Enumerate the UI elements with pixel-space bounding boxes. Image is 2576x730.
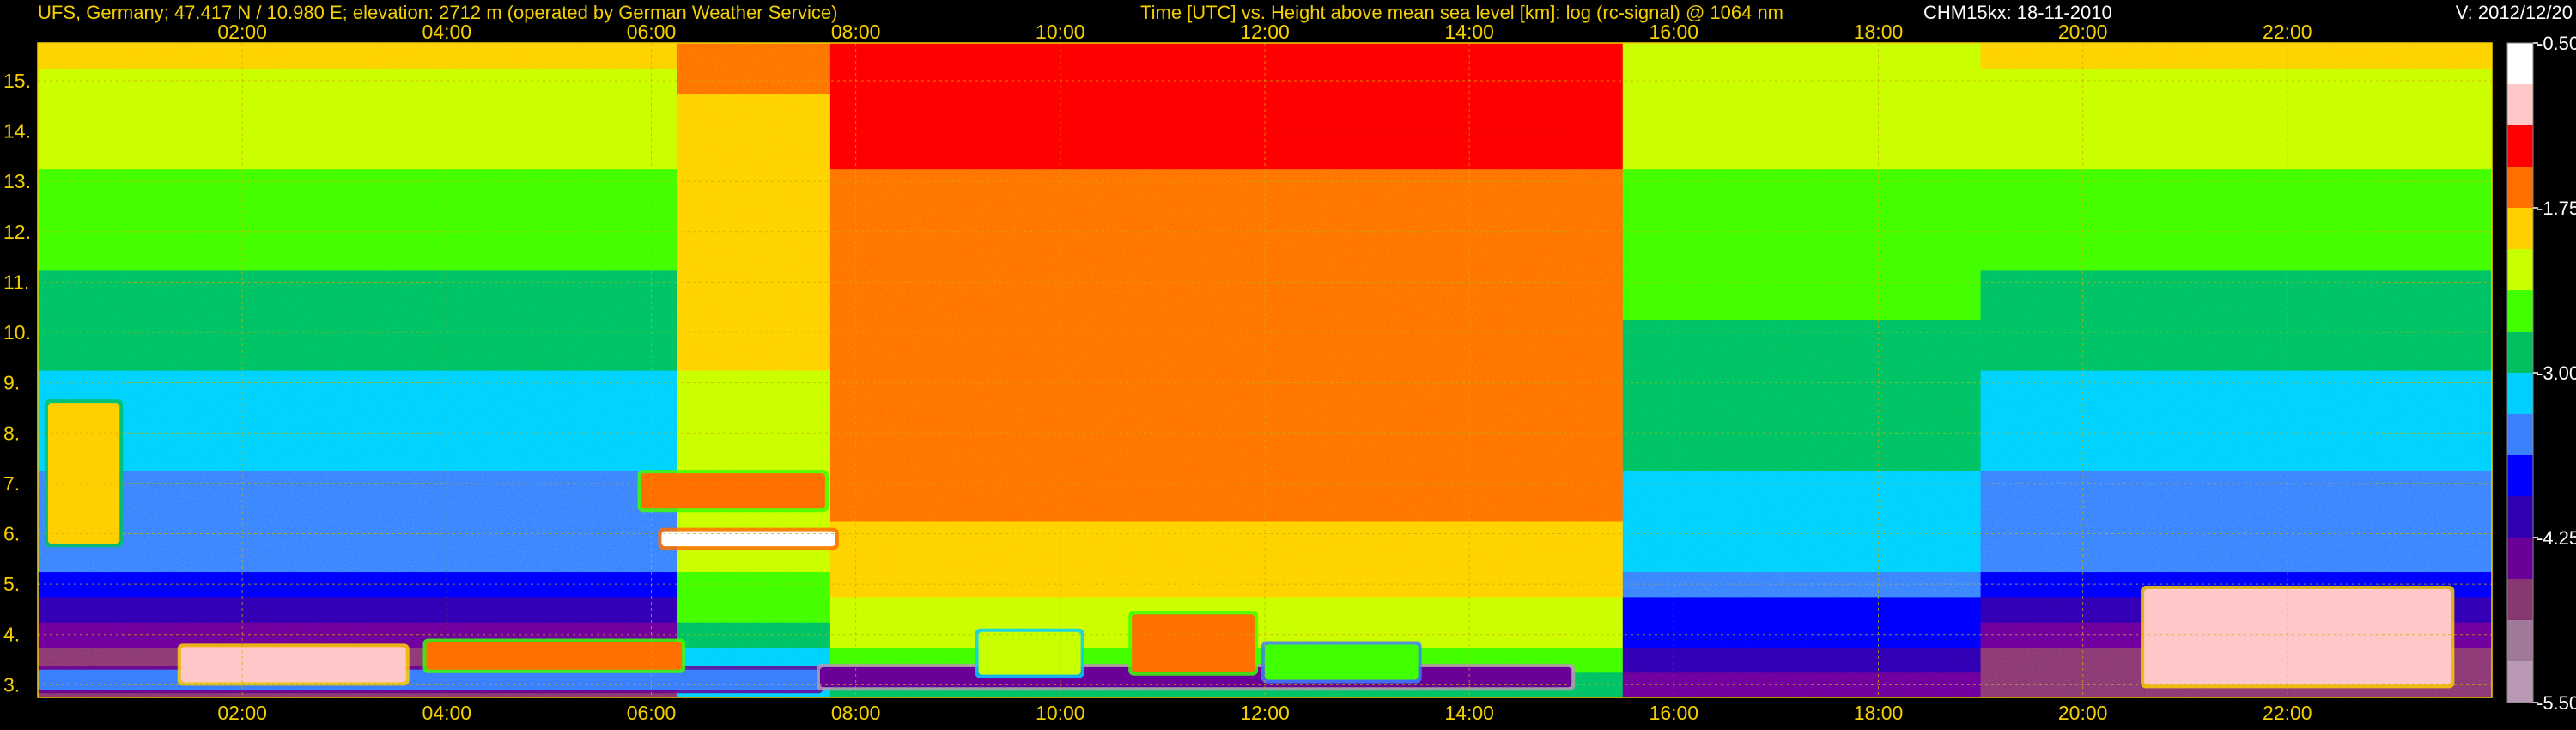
colorbar-tick-label: -5.50 bbox=[2537, 692, 2576, 714]
y-tick-label: 6. bbox=[3, 523, 20, 545]
x-axis-bottom: 02:00 04:00 06:00 08:00 10:00 12:00 14:00 16:00… bbox=[217, 702, 2312, 724]
colorbar-swatch bbox=[2507, 414, 2533, 456]
colorbar-swatch bbox=[2507, 249, 2533, 291]
y-axis: 3. 4. 5. 6. 7. 8. 9. 10. 11. 12. 13. 14. 15. bbox=[3, 70, 31, 696]
colorbar-swatch bbox=[2507, 84, 2533, 126]
x-tick-label-top: 16:00 bbox=[1649, 21, 1699, 43]
colorbar-swatch bbox=[2507, 620, 2533, 662]
cloud-layer bbox=[47, 403, 120, 544]
x-tick-label-bottom: 16:00 bbox=[1649, 702, 1699, 724]
x-tick-label-top: 18:00 bbox=[1854, 21, 1904, 43]
x-tick-label-bottom: 14:00 bbox=[1444, 702, 1494, 724]
colorbar-swatch bbox=[2507, 661, 2533, 703]
x-tick-label-bottom: 02:00 bbox=[217, 702, 267, 724]
y-tick-label: 11. bbox=[3, 271, 29, 293]
y-tick-label: 3. bbox=[3, 673, 20, 696]
x-tick-label-bottom: 06:00 bbox=[627, 702, 677, 724]
x-tick-label-top: 02:00 bbox=[217, 21, 267, 43]
colorbar: -0.50 -1.75 -3.00 -4.25 -5.50 bbox=[2506, 33, 2576, 714]
y-tick-label: 10. bbox=[3, 321, 31, 344]
x-tick-label-top: 10:00 bbox=[1036, 21, 1085, 43]
y-tick-label: 12. bbox=[3, 221, 31, 243]
x-tick-label-top: 06:00 bbox=[627, 21, 677, 43]
y-tick-label: 5. bbox=[3, 573, 20, 595]
colorbar-swatch bbox=[2507, 332, 2533, 374]
y-tick-label: 15. bbox=[3, 70, 31, 92]
colorbar-swatch bbox=[2507, 290, 2533, 332]
colorbar-swatch bbox=[2507, 125, 2533, 167]
cloud-layer bbox=[1132, 614, 1255, 672]
colorbar-swatch bbox=[2507, 208, 2533, 250]
y-tick-label: 4. bbox=[3, 624, 20, 646]
y-tick-label: 13. bbox=[3, 170, 31, 192]
x-tick-label-top: 08:00 bbox=[831, 21, 881, 43]
cloud-layer bbox=[641, 473, 825, 509]
x-tick-label-top: 22:00 bbox=[2263, 21, 2312, 43]
x-tick-label-bottom: 08:00 bbox=[831, 702, 881, 724]
x-tick-label-top: 20:00 bbox=[2058, 21, 2108, 43]
y-tick-label: 7. bbox=[3, 472, 20, 495]
x-tick-label-bottom: 12:00 bbox=[1240, 702, 1290, 724]
colorbar-swatch bbox=[2507, 373, 2533, 415]
cloud-layer bbox=[1265, 644, 1419, 680]
y-tick-label: 14. bbox=[3, 120, 31, 143]
colorbar-tick-label: -3.00 bbox=[2537, 362, 2576, 384]
colorbar-tick-label: -0.50 bbox=[2537, 33, 2576, 54]
colorbar-swatch bbox=[2507, 43, 2533, 85]
colorbar-swatch bbox=[2507, 455, 2533, 497]
cloud-layer bbox=[426, 642, 683, 670]
colorbar-tick-label: -4.25 bbox=[2537, 527, 2576, 549]
x-tick-label-bottom: 20:00 bbox=[2058, 702, 2108, 724]
colorbar-swatch bbox=[2507, 496, 2533, 538]
lidar-backscatter-chart: UFS, Germany; 47.417 N / 10.980 E; eleva… bbox=[3, 2, 2576, 724]
x-axis-top: 02:00 04:00 06:00 08:00 10:00 12:00 14:00 16:00… bbox=[217, 21, 2312, 43]
x-tick-label-bottom: 18:00 bbox=[1854, 702, 1904, 724]
cloud-layer bbox=[2144, 588, 2451, 685]
x-tick-label-top: 04:00 bbox=[422, 21, 472, 43]
x-tick-label-bottom: 04:00 bbox=[422, 702, 472, 724]
cloud-layer bbox=[180, 647, 406, 683]
y-tick-label: 9. bbox=[3, 372, 20, 394]
y-tick-label: 8. bbox=[3, 422, 20, 444]
colorbar-swatch bbox=[2507, 579, 2533, 621]
x-tick-label-top: 12:00 bbox=[1240, 21, 1290, 43]
colorbar-swatch bbox=[2507, 538, 2533, 580]
version-label: V: 2012/12/20 bbox=[2456, 2, 2573, 23]
x-tick-label-bottom: 22:00 bbox=[2263, 702, 2312, 724]
cloud-layer bbox=[978, 631, 1081, 675]
colorbar-swatch bbox=[2507, 167, 2533, 209]
colorbar-tick-label: -1.75 bbox=[2537, 198, 2576, 219]
x-tick-label-bottom: 10:00 bbox=[1036, 702, 1085, 724]
x-tick-label-top: 14:00 bbox=[1444, 21, 1494, 43]
